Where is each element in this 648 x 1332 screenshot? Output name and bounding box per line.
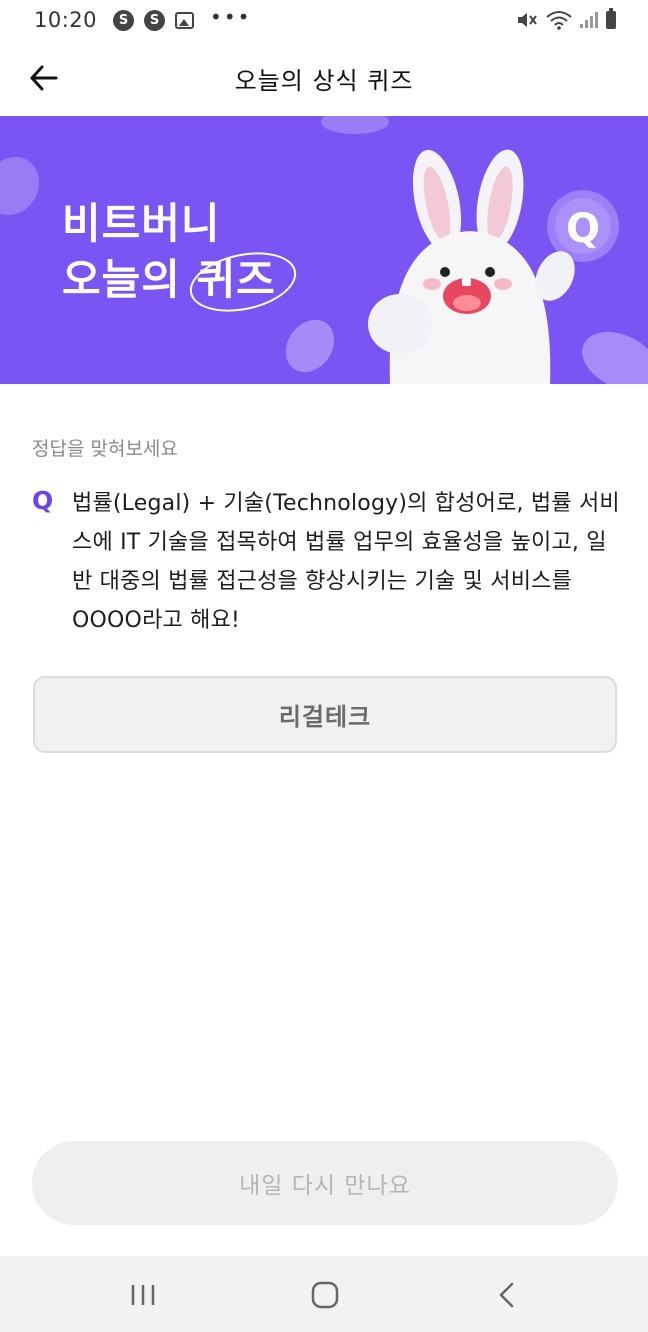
question-mark-label: Q (32, 486, 54, 515)
coin-decoration (0, 156, 40, 216)
s-circle-icon: S (113, 9, 135, 31)
system-nav-bar (0, 1256, 648, 1332)
banner-line1: 비트버니 (62, 199, 221, 248)
s-circle-icon: S (144, 9, 166, 31)
page-title: 오늘의 상식 퀴즈 (234, 66, 414, 95)
coin-decoration (321, 116, 389, 134)
banner-headline: 비트버니 오늘의 퀴즈 (62, 196, 302, 321)
prompt-label: 정답을 맞혀보세요 (32, 438, 178, 460)
see-you-tomorrow-button[interactable]: 내일 다시 만나요 (32, 1141, 618, 1225)
mute-icon (518, 13, 537, 27)
home-icon[interactable] (310, 1280, 340, 1310)
question-text: 법률(Legal) + 기술(Technology)의 합성어로, 법률 서비스… (72, 491, 620, 633)
banner-line2-prefix: 오늘의 (62, 255, 197, 304)
signal-icon (580, 12, 598, 28)
quiz-banner: Q 비트버니 오늘의 퀴즈 (0, 116, 648, 384)
question-block: Q 법률(Legal) + 기술(Technology)의 합성어로, 법률 서… (32, 484, 622, 640)
status-right (516, 8, 616, 30)
bunny-mascot (368, 149, 575, 384)
wifi-icon (546, 11, 572, 30)
coin-decoration (582, 331, 648, 384)
app-header: 오늘의 상식 퀴즈 (0, 40, 648, 116)
status-bar: 10:20 S S ••• (0, 0, 648, 40)
back-nav-icon[interactable] (492, 1280, 522, 1310)
more-dots-icon: ••• (210, 5, 252, 29)
status-left: 10:20 S S ••• (34, 5, 252, 32)
q-badge-letter: Q (566, 206, 601, 252)
coin-decoration (285, 319, 335, 373)
arrow-left-icon[interactable] (28, 62, 60, 94)
quiz-screen: 10:20 S S ••• 오늘의 상식 퀴즈 Q 비트버니 오늘의 퀴즈 정답… (0, 0, 648, 1332)
image-icon (175, 11, 195, 29)
status-time: 10:20 (34, 8, 98, 32)
answer-option[interactable]: 리걸테크 (33, 676, 617, 753)
recent-apps-icon[interactable] (128, 1280, 158, 1310)
battery-icon (606, 8, 616, 29)
banner-line2: 오늘의 퀴즈 (62, 243, 302, 321)
banner-quiz-word: 퀴즈 (183, 243, 302, 321)
